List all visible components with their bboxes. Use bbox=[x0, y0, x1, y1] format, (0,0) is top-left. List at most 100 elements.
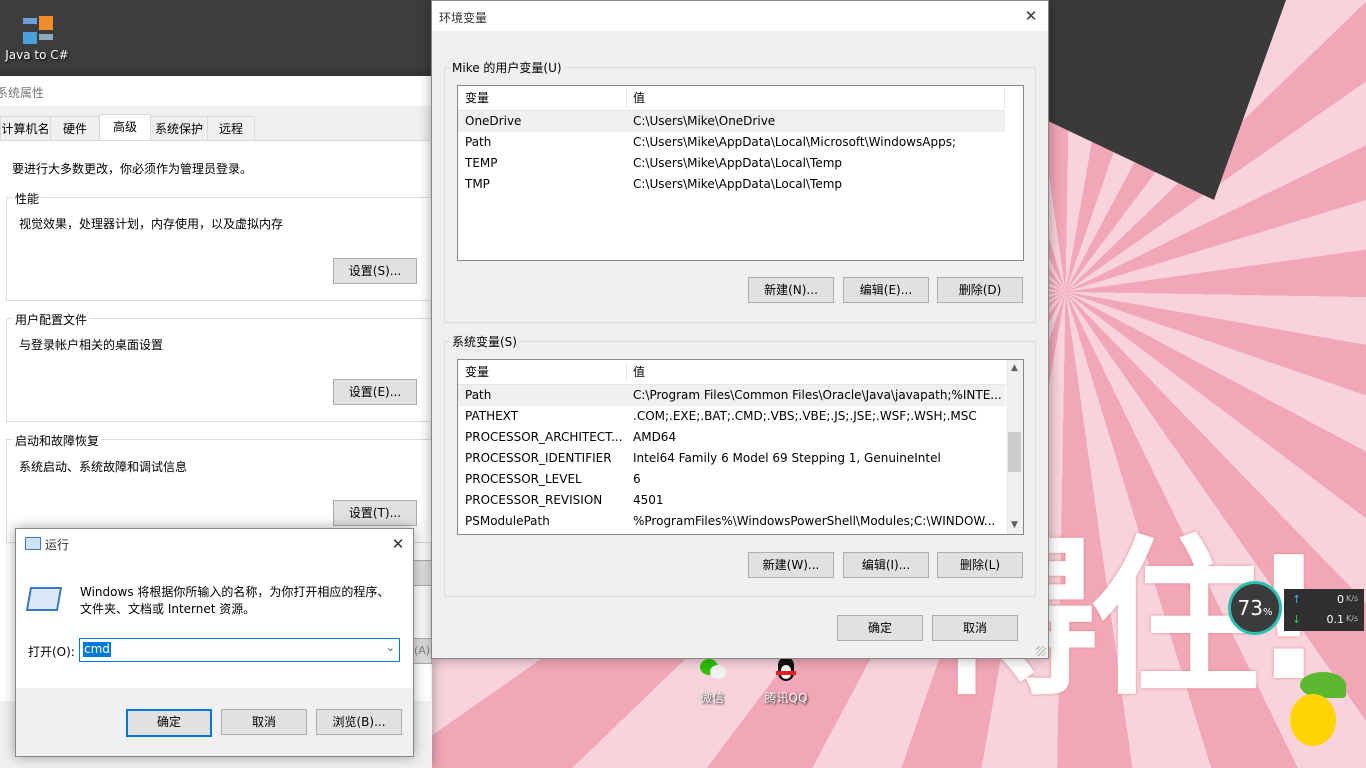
run-browse-button[interactable]: 浏览(B)... bbox=[316, 709, 402, 735]
user-edit-button[interactable]: 编辑(E)... bbox=[843, 277, 929, 303]
mascot-pet-icon[interactable] bbox=[1286, 672, 1346, 756]
open-combobox[interactable]: cmd ⌄ bbox=[79, 638, 400, 662]
apply-button-partial[interactable]: (A) bbox=[412, 638, 432, 664]
table-row[interactable]: PSModulePath %ProgramFiles%\WindowsPower… bbox=[458, 511, 1005, 532]
run-dialog: 运行 ✕ Windows 将根据你所输入的名称，为你打开相应的程序、 文件夹、文… bbox=[15, 528, 414, 757]
startup-recovery-settings-button[interactable]: 设置(T)... bbox=[333, 500, 417, 526]
user-new-button[interactable]: 新建(N)... bbox=[748, 277, 834, 303]
wallpaper-dark-shape-right bbox=[1046, 0, 1286, 200]
column-header-value[interactable]: 值 bbox=[633, 360, 645, 384]
system-delete-button[interactable]: 删除(L) bbox=[937, 552, 1023, 578]
run-cancel-button[interactable]: 取消 bbox=[221, 709, 307, 735]
variable-name: PROCESSOR_IDENTIFIER bbox=[465, 451, 612, 465]
column-header-variable[interactable]: 变量 bbox=[465, 86, 489, 110]
scroll-up-icon[interactable]: ▲ bbox=[1006, 360, 1023, 377]
table-row[interactable]: Path C:\Program Files\Common Files\Oracl… bbox=[458, 385, 1005, 406]
variable-name: OneDrive bbox=[465, 114, 522, 128]
tab-system-protection[interactable]: 系统保护 bbox=[150, 116, 208, 141]
qq-penguin-icon bbox=[770, 655, 802, 687]
open-input[interactable]: cmd bbox=[83, 642, 111, 657]
tab-advanced[interactable]: 高级 bbox=[99, 114, 151, 142]
run-description-line2: 文件夹、文档或 Internet 资源。 bbox=[80, 602, 256, 616]
system-variables-list[interactable]: 变量 值 Path C:\Program Files\Common Files\… bbox=[457, 359, 1024, 535]
table-row[interactable]: PROCESSOR_LEVEL 6 bbox=[458, 469, 1005, 490]
column-header-variable[interactable]: 变量 bbox=[465, 360, 489, 384]
desktop-icon-qq[interactable]: 腾讯QQ bbox=[751, 655, 821, 706]
chevron-down-icon[interactable]: ⌄ bbox=[386, 641, 395, 654]
performance-group-label: 性能 bbox=[13, 190, 42, 207]
list-header: 变量 值 bbox=[458, 360, 1005, 385]
network-monitor-widget[interactable]: 73% ↑ 0 K/s ↓ 0.1 K/s bbox=[1228, 581, 1366, 639]
user-profiles-settings-button[interactable]: 设置(E)... bbox=[333, 379, 417, 405]
variable-value: 4501 bbox=[633, 493, 664, 507]
environment-variables-window: 环境变量 ✕ Mike 的用户变量(U) 变量 值 OneDrive C:\Us… bbox=[431, 0, 1049, 659]
user-variables-list[interactable]: 变量 值 OneDrive C:\Users\Mike\OneDrive Pat… bbox=[457, 85, 1024, 261]
window-title: 系统属性 bbox=[0, 86, 45, 100]
environment-variables-button-partial[interactable] bbox=[412, 560, 432, 586]
download-arrow-icon: ↓ bbox=[1292, 613, 1302, 626]
table-row[interactable]: OneDrive C:\Users\Mike\OneDrive bbox=[458, 111, 1005, 132]
java-to-csharp-icon bbox=[21, 14, 53, 46]
variable-name: TMP bbox=[465, 177, 490, 191]
performance-settings-button[interactable]: 设置(S)... bbox=[333, 258, 417, 284]
run-title-icon bbox=[25, 537, 41, 550]
variable-value: %ProgramFiles%\WindowsPowerShell\Modules… bbox=[633, 514, 996, 528]
cancel-button[interactable]: 取消 bbox=[932, 615, 1018, 641]
scroll-thumb[interactable] bbox=[1008, 432, 1021, 472]
table-row[interactable]: PROCESSOR_ARCHITECT... AMD64 bbox=[458, 427, 1005, 448]
user-variables-label: Mike 的用户变量(U) bbox=[450, 59, 564, 76]
table-row[interactable]: Path C:\Users\Mike\AppData\Local\Microso… bbox=[458, 132, 1005, 153]
system-edit-button[interactable]: 编辑(I)... bbox=[843, 552, 929, 578]
variable-value: C:\Users\Mike\OneDrive bbox=[633, 114, 776, 128]
close-icon[interactable]: ✕ bbox=[387, 533, 409, 555]
scroll-down-icon[interactable]: ▼ bbox=[1006, 517, 1023, 534]
variable-name: PSModulePath bbox=[465, 514, 550, 528]
download-speed: 0.1 bbox=[1326, 613, 1345, 626]
user-delete-button[interactable]: 删除(D) bbox=[937, 277, 1023, 303]
wechat-icon bbox=[696, 655, 728, 687]
ok-button[interactable]: 确定 bbox=[837, 615, 923, 641]
system-properties-titlebar[interactable]: 系统属性 bbox=[0, 76, 432, 106]
column-header-value[interactable]: 值 bbox=[633, 86, 645, 110]
desktop-icon-label: 腾讯QQ bbox=[764, 691, 808, 705]
close-icon[interactable]: ✕ bbox=[1020, 5, 1042, 27]
system-new-button[interactable]: 新建(W)... bbox=[748, 552, 834, 578]
run-description-line1: Windows 将根据你所输入的名称，为你打开相应的程序、 bbox=[80, 585, 390, 599]
performance-group bbox=[6, 197, 432, 301]
variable-value: AMD64 bbox=[633, 430, 677, 444]
upload-unit: K/s bbox=[1346, 594, 1359, 603]
system-variables-scrollbar[interactable]: ▲ ▼ bbox=[1006, 360, 1023, 534]
resize-grip-icon[interactable] bbox=[1036, 646, 1046, 656]
usage-percent: 73 bbox=[1237, 596, 1263, 620]
desktop-icon-wechat[interactable]: 微信 bbox=[677, 655, 747, 706]
cpu-usage-ring: 73% bbox=[1228, 581, 1282, 635]
run-content-panel bbox=[16, 559, 413, 688]
startup-recovery-desc: 系统启动、系统故障和调试信息 bbox=[19, 460, 188, 474]
tab-remote[interactable]: 远程 bbox=[207, 116, 255, 141]
variable-name: PROCESSOR_REVISION bbox=[465, 493, 603, 507]
run-ok-button[interactable]: 确定 bbox=[126, 709, 212, 737]
variable-name: Path bbox=[465, 135, 492, 149]
tab-computer-name[interactable]: 计算机名 bbox=[0, 116, 51, 141]
table-row[interactable]: PROCESSOR_REVISION 4501 bbox=[458, 490, 1005, 511]
variable-name: PATHEXT bbox=[465, 409, 519, 423]
window-title: 环境变量 bbox=[439, 11, 488, 25]
speed-panel: ↑ 0 K/s ↓ 0.1 K/s bbox=[1284, 589, 1364, 631]
tab-hardware[interactable]: 硬件 bbox=[50, 116, 100, 141]
desktop-icon-java-to-csharp[interactable]: Java to C# bbox=[2, 14, 72, 62]
admin-note: 要进行大多数更改，你必须作为管理员登录。 bbox=[12, 162, 253, 176]
table-row[interactable]: PROCESSOR_IDENTIFIER Intel64 Family 6 Mo… bbox=[458, 448, 1005, 469]
run-dialog-titlebar[interactable]: 运行 ✕ bbox=[16, 529, 413, 559]
user-profiles-desc: 与登录帐户相关的桌面设置 bbox=[19, 338, 164, 352]
upload-speed: 0 bbox=[1337, 593, 1344, 606]
table-row[interactable]: TMP C:\Users\Mike\AppData\Local\Temp bbox=[458, 174, 1005, 195]
table-row[interactable]: PATHEXT .COM;.EXE;.BAT;.CMD;.VBS;.VBE;.J… bbox=[458, 406, 1005, 427]
table-row[interactable]: TEMP C:\Users\Mike\AppData\Local\Temp bbox=[458, 153, 1005, 174]
variable-name: TEMP bbox=[465, 156, 498, 170]
variable-value: C:\Users\Mike\AppData\Local\Temp bbox=[633, 177, 843, 191]
variable-value: .COM;.EXE;.BAT;.CMD;.VBS;.VBE;.JS;.JSE;.… bbox=[633, 409, 977, 423]
upload-arrow-icon: ↑ bbox=[1292, 593, 1302, 606]
environment-variables-titlebar[interactable]: 环境变量 ✕ bbox=[432, 1, 1048, 31]
desktop-icon-label: Java to C# bbox=[5, 48, 69, 62]
system-variables-label: 系统变量(S) bbox=[450, 333, 519, 350]
